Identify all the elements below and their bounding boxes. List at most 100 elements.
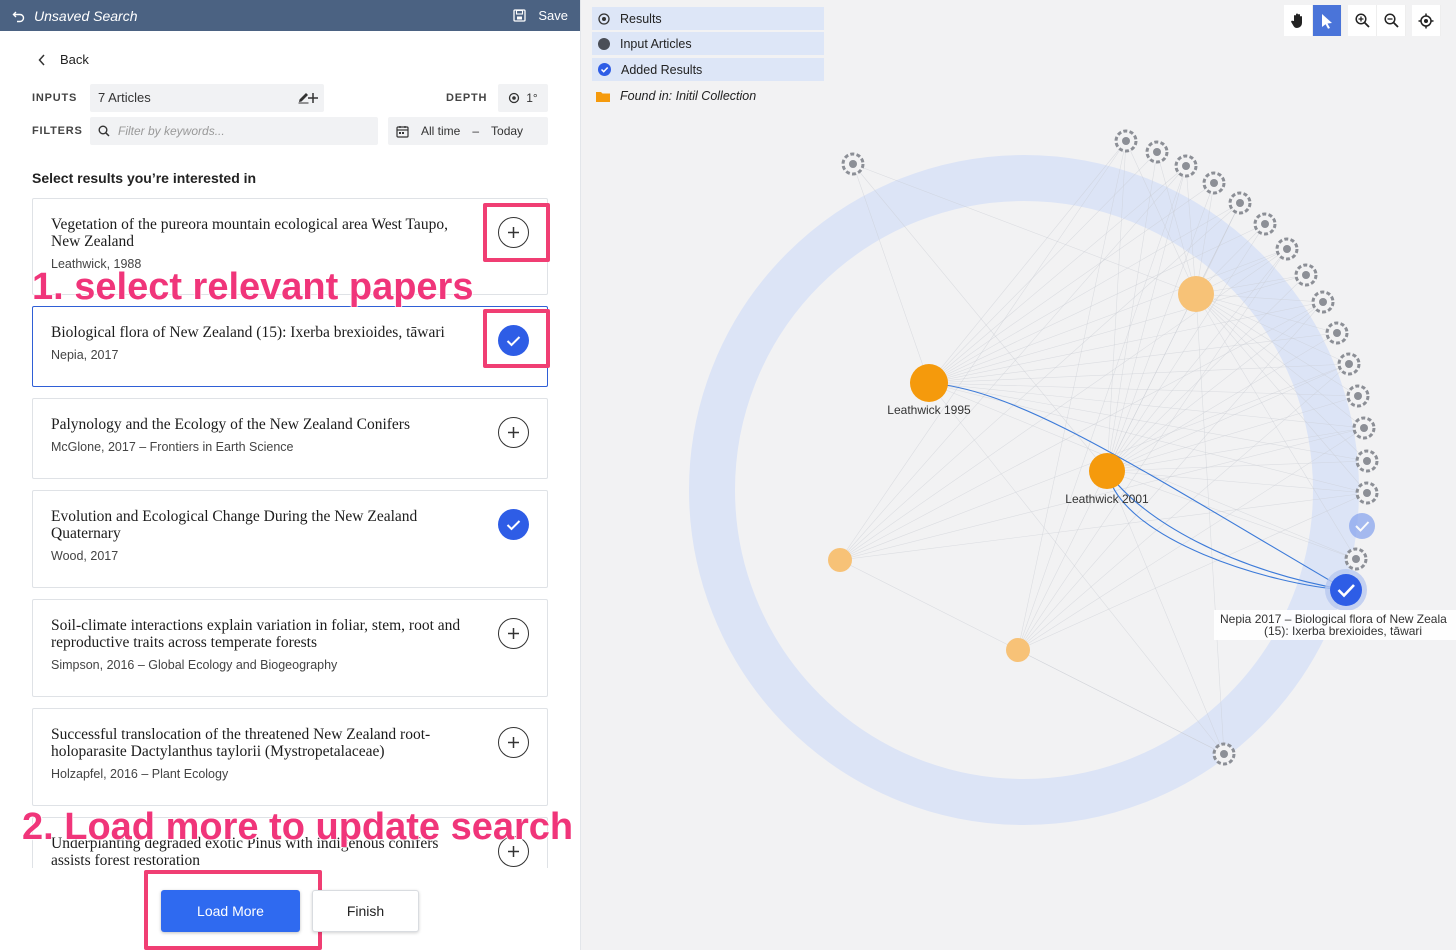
node-result-center[interactable] xyxy=(1210,179,1218,187)
input-articles-field[interactable]: 7 Articles xyxy=(90,84,324,112)
node-result[interactable] xyxy=(1114,129,1138,153)
node-result[interactable] xyxy=(1212,742,1236,766)
node-result[interactable] xyxy=(1275,237,1299,261)
date-from: All time xyxy=(421,124,461,138)
node-result[interactable] xyxy=(1311,290,1335,314)
add-result-button[interactable] xyxy=(498,727,529,758)
recenter-button[interactable] xyxy=(1412,5,1441,36)
check-icon xyxy=(506,519,521,530)
zoom-out-button[interactable] xyxy=(1377,5,1406,36)
result-title: Vegetation of the pureora mountain ecolo… xyxy=(51,216,448,250)
chevron-left-icon xyxy=(38,53,45,66)
citation-graph[interactable]: Leathwick 1995 Leathwick 2001 Nepia 2017… xyxy=(581,0,1456,950)
legend-input-label: Input Articles xyxy=(620,36,692,51)
graph-edge xyxy=(928,223,1266,384)
node-result[interactable] xyxy=(1325,321,1349,345)
top-bar: Unsaved Search Save xyxy=(0,0,580,31)
save-button[interactable]: Save xyxy=(513,8,568,23)
node-result[interactable] xyxy=(1352,416,1376,440)
keyword-filter-placeholder: Filter by keywords... xyxy=(118,124,225,138)
node-result-center[interactable] xyxy=(1122,137,1130,145)
node-result[interactable] xyxy=(1355,481,1379,505)
node-selected-circle[interactable] xyxy=(1330,574,1362,606)
save-label: Save xyxy=(538,8,568,23)
depth-value: 1° xyxy=(526,91,538,105)
node-result-center[interactable] xyxy=(1302,271,1310,279)
node-result-center[interactable] xyxy=(1220,750,1228,758)
filters-row: FILTERS Filter by keywords... All time –… xyxy=(32,117,548,145)
node-result[interactable] xyxy=(1253,212,1277,236)
node-result[interactable] xyxy=(1344,547,1368,571)
graph-edge xyxy=(839,202,1241,561)
result-card[interactable]: Palynology and the Ecology of the New Ze… xyxy=(32,398,548,479)
graph-edge xyxy=(1195,293,1225,755)
node-result-center[interactable] xyxy=(849,160,857,168)
result-card[interactable]: Soil-climate interactions explain variat… xyxy=(32,599,548,697)
node-result-center[interactable] xyxy=(1363,457,1371,465)
graph-edge xyxy=(1017,248,1288,651)
date-range-selector[interactable]: All time – Today xyxy=(388,117,548,145)
select-tool[interactable] xyxy=(1313,5,1342,36)
add-input-button[interactable] xyxy=(298,84,328,112)
node-input-article[interactable] xyxy=(910,364,948,402)
node-result-center[interactable] xyxy=(1360,424,1368,432)
finish-button[interactable]: Finish xyxy=(312,890,419,932)
node-result-center[interactable] xyxy=(1182,162,1190,170)
node-result[interactable] xyxy=(1346,384,1370,408)
load-more-button[interactable]: Load More xyxy=(161,890,300,932)
node-result-center[interactable] xyxy=(1333,329,1341,337)
add-result-button[interactable] xyxy=(498,417,529,448)
undo-icon[interactable] xyxy=(12,9,26,23)
keyword-filter-input[interactable]: Filter by keywords... xyxy=(90,117,378,145)
locate-icon xyxy=(1418,13,1434,28)
back-button[interactable]: Back xyxy=(38,52,89,67)
highlight-box xyxy=(483,203,550,262)
node-result[interactable] xyxy=(1228,191,1252,215)
depth-selector[interactable]: 1° xyxy=(498,84,548,112)
node-result-center[interactable] xyxy=(1283,245,1291,253)
add-result-button[interactable] xyxy=(498,618,529,649)
node-result-center[interactable] xyxy=(1236,199,1244,207)
node-result[interactable] xyxy=(1294,263,1318,287)
node-result-center[interactable] xyxy=(1345,360,1353,368)
node-input-article[interactable] xyxy=(1178,276,1214,312)
graph-toolbar xyxy=(1284,5,1441,36)
graph-edge xyxy=(928,363,1350,384)
node-input-article[interactable] xyxy=(828,548,852,572)
node-result-center[interactable] xyxy=(1354,392,1362,400)
node-result-center[interactable] xyxy=(1319,298,1327,306)
back-label: Back xyxy=(60,52,89,67)
pan-tool[interactable] xyxy=(1284,5,1313,36)
node-result[interactable] xyxy=(841,152,865,176)
inputs-row: INPUTS 7 Articles DEPTH 1° xyxy=(32,84,548,112)
node-result[interactable] xyxy=(1355,449,1379,473)
node-added[interactable] xyxy=(1349,513,1375,539)
added-result-button[interactable] xyxy=(498,509,529,540)
annotation-step1: 1. select relevant papers xyxy=(31,265,474,308)
node-result[interactable] xyxy=(1337,352,1361,376)
node-selected[interactable] xyxy=(1325,569,1367,611)
results-heading: Select results you’re interested in xyxy=(32,170,257,186)
node-input-article[interactable] xyxy=(1006,638,1030,662)
node-added-circle[interactable] xyxy=(1349,513,1375,539)
graph-edge xyxy=(1017,301,1324,651)
zoom-in-button[interactable] xyxy=(1348,5,1377,36)
node-result-center[interactable] xyxy=(1153,148,1161,156)
result-title: Palynology and the Ecology of the New Ze… xyxy=(51,416,410,433)
node-result[interactable] xyxy=(1145,140,1169,164)
result-title: Biological flora of New Zealand (15): Ix… xyxy=(51,324,445,341)
annotation-step2: 2. Load more to update search xyxy=(21,805,574,848)
result-meta: McGlone, 2017 – Frontiers in Earth Scien… xyxy=(51,440,294,454)
node-result[interactable] xyxy=(1174,154,1198,178)
plus-icon xyxy=(508,737,519,748)
plus-icon xyxy=(508,427,519,438)
node-result-center[interactable] xyxy=(1352,555,1360,563)
result-card[interactable]: Evolution and Ecological Change During t… xyxy=(32,490,548,588)
node-result-center[interactable] xyxy=(1261,220,1269,228)
result-card[interactable]: Biological flora of New Zealand (15): Ix… xyxy=(32,306,548,387)
node-result[interactable] xyxy=(1202,171,1226,195)
node-input-article[interactable] xyxy=(1089,453,1125,489)
result-card[interactable]: Successful translocation of the threaten… xyxy=(32,708,548,806)
node-result-center[interactable] xyxy=(1363,489,1371,497)
plus-icon xyxy=(508,628,519,639)
